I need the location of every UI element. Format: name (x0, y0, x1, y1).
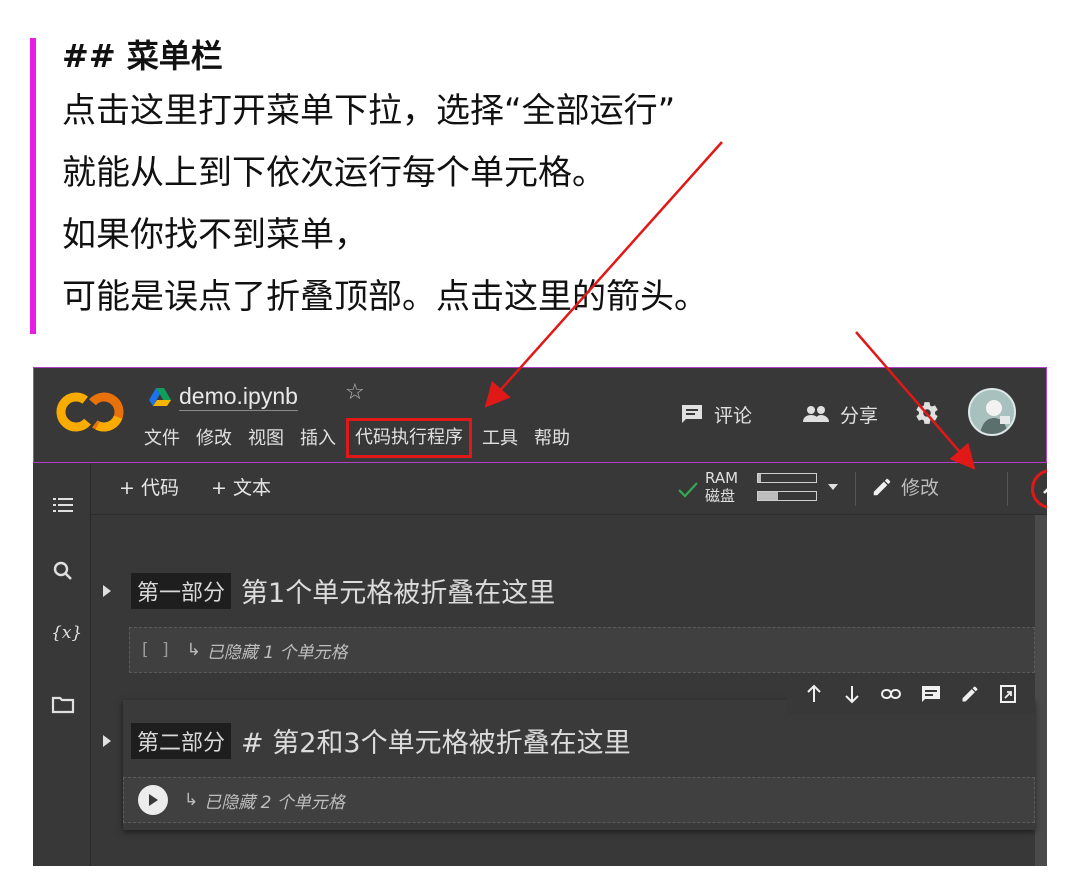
menu-help[interactable]: 帮助 (528, 424, 576, 454)
expand-triangle-icon[interactable] (103, 734, 111, 747)
hidden-cells-indicator-2[interactable]: ↳ 已隐藏 2 个单元格 (123, 777, 1035, 823)
edit-button[interactable]: 修改 (871, 473, 939, 500)
edit-label: 修改 (901, 477, 940, 499)
section-title: 第1个单元格被折叠在这里 (241, 578, 556, 609)
disk-label: 磁盘 (705, 487, 736, 505)
comment-button[interactable]: 评论 (680, 398, 752, 430)
section-title: # 第2和3个单元格被折叠在这里 (241, 728, 631, 759)
toolbar-divider (1007, 472, 1008, 506)
expand-triangle-icon[interactable] (103, 584, 111, 597)
hidden-cells-indicator-1[interactable]: [ ] ↳ 已隐藏 1 个单元格 (129, 627, 1035, 673)
comment-icon[interactable] (920, 684, 942, 704)
move-down-icon[interactable] (842, 684, 862, 704)
share-label: 分享 (840, 404, 879, 427)
colab-window: demo.ipynb ☆ 文件 修改 视图 插入 代码执行程序 工具 帮助 评论 (33, 367, 1047, 866)
comment-label: 评论 (714, 404, 753, 427)
chevron-up-icon (1043, 488, 1047, 494)
toc-icon[interactable] (51, 493, 75, 517)
people-icon (803, 406, 829, 422)
star-icon[interactable]: ☆ (345, 380, 365, 405)
comment-icon (682, 405, 702, 423)
annotation-line-2: 就能从上到下依次运行每个单元格。 (62, 153, 606, 193)
disk-usage-bar (757, 491, 817, 501)
folder-icon[interactable] (51, 693, 75, 717)
annotation-line-4: 可能是误点了折叠顶部。点击这里的箭头。 (62, 277, 708, 317)
pencil-icon[interactable] (960, 684, 980, 704)
link-icon[interactable] (880, 684, 902, 704)
move-up-icon[interactable] (804, 684, 824, 704)
menu-file[interactable]: 文件 (138, 424, 186, 454)
user-avatar[interactable] (968, 388, 1016, 436)
menu-runtime[interactable]: 代码执行程序 (346, 418, 472, 458)
section-tag: 第二部分 (131, 722, 232, 759)
left-sidebar: {x} (33, 463, 91, 866)
notebook-filename[interactable]: demo.ipynb (179, 382, 298, 411)
google-drive-icon (149, 388, 171, 406)
menu-tools[interactable]: 工具 (476, 424, 524, 454)
play-icon (149, 794, 158, 806)
annotation-line-3: 如果你找不到菜单， (62, 215, 368, 255)
search-icon[interactable] (51, 559, 75, 583)
toolbar-divider (855, 472, 856, 506)
ram-usage-bar (757, 473, 817, 483)
hidden-cells-text: 已隐藏 1 个单元格 (206, 642, 348, 663)
add-code-button[interactable]: + 代码 (119, 473, 179, 500)
menu-edit[interactable]: 修改 (190, 424, 238, 454)
return-arrow-icon: ↳ (186, 640, 201, 660)
menu-view[interactable]: 视图 (242, 424, 290, 454)
notebook-toolbar: + 代码 + 文本 RAM 磁盘 修改 (91, 463, 1047, 515)
variables-icon[interactable]: {x} (51, 623, 82, 647)
annotation-line-1: 点击这里打开菜单下拉，选择“全部运行” (62, 91, 676, 131)
colab-logo-icon[interactable] (56, 390, 126, 434)
annotation-accent-bar (30, 38, 36, 334)
run-cell-button[interactable] (138, 785, 168, 815)
settings-gear-icon[interactable] (914, 400, 940, 426)
notebook-header: demo.ipynb ☆ 文件 修改 视图 插入 代码执行程序 工具 帮助 评论 (33, 367, 1047, 463)
pencil-icon (873, 478, 891, 495)
section-header-1[interactable]: 第一部分 第1个单元格被折叠在这里 (103, 571, 555, 610)
section-header-2[interactable]: 第二部分 # 第2和3个单元格被折叠在这里 (103, 721, 631, 760)
menu-bar: 文件 修改 视图 插入 代码执行程序 工具 帮助 (138, 418, 580, 458)
check-icon (678, 482, 698, 498)
collapse-header-button[interactable] (1031, 469, 1047, 509)
share-button[interactable]: 分享 (802, 398, 878, 430)
scrollbar[interactable] (1035, 515, 1047, 866)
cell-bracket: [ ] (142, 640, 173, 660)
annotation-text: ## 菜单栏 点击这里打开菜单下拉，选择“全部运行” 就能从上到下依次运行每个单… (62, 32, 1062, 328)
ram-label: RAM (705, 469, 739, 487)
return-arrow-icon: ↳ (184, 790, 199, 810)
cell-action-toolbar (787, 674, 1035, 714)
menu-insert[interactable]: 插入 (294, 424, 342, 454)
hidden-cells-text: 已隐藏 2 个单元格 (204, 792, 345, 813)
annotation-heading: ## 菜单栏 (62, 37, 223, 75)
add-text-button[interactable]: + 文本 (211, 473, 271, 500)
section-tag: 第一部分 (131, 572, 232, 609)
chevron-down-icon[interactable] (827, 483, 839, 491)
mirror-cell-icon[interactable] (998, 684, 1018, 704)
resource-monitor[interactable]: RAM 磁盘 (677, 467, 847, 511)
